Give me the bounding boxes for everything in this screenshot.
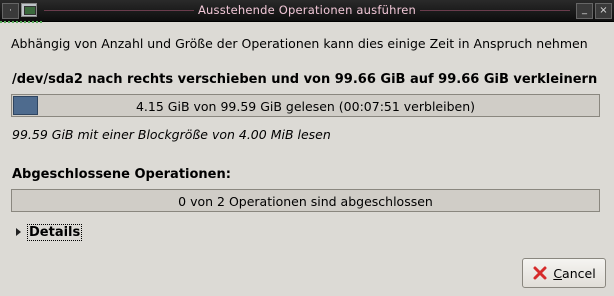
completed-progress-text: 0 von 2 Operationen sind abgeschlossen (178, 194, 433, 209)
operation-progress-text: 4.15 GiB von 99.59 GiB gelesen (00:07:51… (135, 99, 476, 114)
cancel-label: Cancel (553, 265, 596, 281)
minimize-button[interactable]: _ (576, 3, 593, 19)
details-expander[interactable]: Details (16, 223, 83, 241)
info-text: Abhängig von Anzahl und Größe der Operat… (11, 36, 588, 51)
operation-title: /dev/sda2 nach rechts verschieben und vo… (12, 72, 598, 87)
title-bar[interactable]: · Ausstehende Operationen ausführen _ × (0, 0, 614, 22)
completed-title: Abgeschlossene Operationen: (12, 167, 231, 182)
expander-arrow-icon (16, 228, 21, 236)
cancel-icon (532, 265, 548, 281)
window-title: Ausstehende Operationen ausführen (197, 3, 417, 17)
cancel-button[interactable]: Cancel (522, 258, 606, 288)
details-label: Details (27, 223, 83, 241)
completed-progress-bar: 0 von 2 Operationen sind abgeschlossen (11, 189, 600, 212)
operation-detail: 99.59 GiB mit einer Blockgröße von 4.00 … (12, 127, 331, 142)
title-accent (0, 21, 42, 23)
close-button[interactable]: × (595, 3, 612, 19)
operation-progress-bar: 4.15 GiB von 99.59 GiB gelesen (00:07:51… (11, 94, 600, 117)
